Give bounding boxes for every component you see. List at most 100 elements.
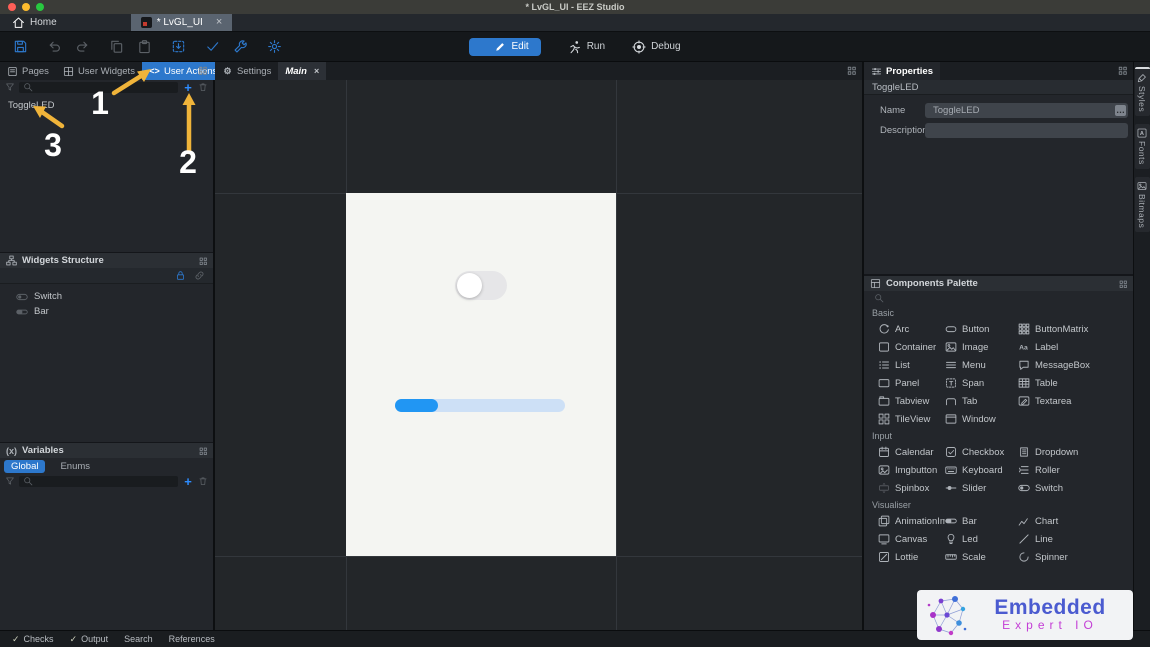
tab-main[interactable]: Main × xyxy=(278,62,326,80)
name-label: Name xyxy=(880,105,925,116)
palette-item-textarea[interactable]: Textarea xyxy=(1018,392,1133,410)
palette-item-roller[interactable]: Roller xyxy=(1018,461,1133,479)
status-tab-references[interactable]: References xyxy=(163,634,221,644)
tab-user-widgets[interactable]: User Widgets xyxy=(56,62,142,80)
palette-item-imgbutton[interactable]: Imgbutton xyxy=(878,461,945,479)
dock-icon[interactable] xyxy=(198,446,209,457)
name-input[interactable] xyxy=(931,104,1115,117)
dock-icon[interactable] xyxy=(1117,65,1129,77)
dock-icon[interactable] xyxy=(198,256,209,267)
palette-item-spinner[interactable]: Spinner xyxy=(1018,548,1133,566)
palette-item-window[interactable]: Window xyxy=(945,410,1018,428)
paste-button[interactable] xyxy=(137,39,152,54)
redo-button[interactable] xyxy=(75,39,90,54)
dock-icon[interactable] xyxy=(846,65,858,77)
palette-item-arc[interactable]: Arc xyxy=(878,320,945,338)
close-tab-icon[interactable]: × xyxy=(314,67,319,76)
run-mode-button[interactable]: Run xyxy=(555,40,605,54)
palette-item-container[interactable]: Container xyxy=(878,338,945,356)
palette-item-list[interactable]: List xyxy=(878,356,945,374)
tab-global[interactable]: Global xyxy=(4,460,45,473)
save-button[interactable] xyxy=(13,39,28,54)
action-item-toggleled[interactable]: ToggleLED xyxy=(0,98,213,113)
settings-gear-button[interactable] xyxy=(267,39,282,54)
bar-fill xyxy=(395,399,438,412)
more-button[interactable]: … xyxy=(1115,105,1126,116)
palette-item-led[interactable]: Led xyxy=(945,530,1018,548)
palette-item-spinbox[interactable]: Spinbox xyxy=(878,479,945,497)
edit-mode-button[interactable]: Edit xyxy=(469,38,540,56)
vertical-tab-styles[interactable]: Styles xyxy=(1135,67,1150,116)
vertical-tab-bitmaps[interactable]: Bitmaps xyxy=(1135,177,1150,232)
palette-item-label[interactable]: AaLabel xyxy=(1018,338,1133,356)
tree-item-switch[interactable]: Switch xyxy=(0,289,213,304)
keyboard-icon xyxy=(945,464,957,476)
palette-section-label: Basic xyxy=(864,305,1133,320)
palette-item-tileview[interactable]: TileView xyxy=(878,410,945,428)
undo-button[interactable] xyxy=(47,39,62,54)
palette-item-buttonmatrix[interactable]: ButtonMatrix xyxy=(1018,320,1133,338)
palette-item-lottie[interactable]: Lottie xyxy=(878,548,945,566)
palette-item-slider[interactable]: Slider xyxy=(945,479,1018,497)
palette-item-switch[interactable]: Switch xyxy=(1018,479,1133,497)
palette-item-menu[interactable]: Menu xyxy=(945,356,1018,374)
palette-item-span[interactable]: TSpan xyxy=(945,374,1018,392)
copy-button[interactable] xyxy=(109,39,124,54)
design-canvas[interactable] xyxy=(215,80,862,630)
lock-icon[interactable] xyxy=(175,270,186,281)
span-icon: T xyxy=(945,377,957,389)
palette-item-chart[interactable]: Chart xyxy=(1018,512,1133,530)
bar-widget[interactable] xyxy=(395,399,565,412)
status-tab-checks[interactable]: ✓Checks xyxy=(6,634,60,645)
palette-item-keyboard[interactable]: Keyboard xyxy=(945,461,1018,479)
tab-enums[interactable]: Enums xyxy=(53,460,97,473)
add-variable-button[interactable]: + xyxy=(182,475,194,488)
palette-item-line[interactable]: Line xyxy=(1018,530,1133,548)
status-tab-output[interactable]: ✓Output xyxy=(64,634,115,645)
palette-item-dropdown[interactable]: Dropdown xyxy=(1018,443,1133,461)
palette-item-canvas[interactable]: Canvas xyxy=(878,530,945,548)
import-frame-button[interactable] xyxy=(171,39,186,54)
palette-item-scale[interactable]: Scale xyxy=(945,548,1018,566)
tab-user-actions[interactable]: <> User Actions xyxy=(142,62,224,80)
palette-item-tab[interactable]: Tab xyxy=(945,392,1018,410)
label-icon: Aa xyxy=(1018,341,1030,353)
variables-search-input[interactable] xyxy=(37,476,174,486)
dock-icon[interactable] xyxy=(1118,279,1129,290)
tab-properties[interactable]: Properties xyxy=(864,62,940,80)
tab-settings[interactable]: ⚙ Settings xyxy=(215,62,278,80)
palette-item-tabview[interactable]: Tabview xyxy=(878,392,945,410)
link-icon[interactable] xyxy=(194,270,205,281)
delete-variable-icon[interactable] xyxy=(198,476,208,486)
palette-item-bar[interactable]: Bar xyxy=(945,512,1018,530)
vertical-tab-fonts[interactable]: AFonts xyxy=(1135,124,1150,169)
debug-mode-button[interactable]: Debug xyxy=(619,40,680,54)
actions-search-input[interactable] xyxy=(37,82,174,92)
palette-item-table[interactable]: Table xyxy=(1018,374,1133,392)
palette-item-image[interactable]: Image xyxy=(945,338,1018,356)
palette-item-panel[interactable]: Panel xyxy=(878,374,945,392)
switch-widget[interactable] xyxy=(455,271,507,300)
close-tab-icon[interactable]: × xyxy=(216,17,222,28)
status-tab-search[interactable]: Search xyxy=(118,634,159,644)
delete-action-icon[interactable] xyxy=(198,82,208,92)
calendar-icon xyxy=(878,446,890,458)
lvgl-page[interactable] xyxy=(346,193,616,556)
palette-item-button[interactable]: Button xyxy=(945,320,1018,338)
palette-item-animationim[interactable]: AnimationIm... xyxy=(878,512,945,530)
palette-item-messagebox[interactable]: MessageBox xyxy=(1018,356,1133,374)
description-input[interactable] xyxy=(931,124,1126,137)
palette-item-calendar[interactable]: Calendar xyxy=(878,443,945,461)
palette-item-checkbox[interactable]: Checkbox xyxy=(945,443,1018,461)
check-button[interactable] xyxy=(205,39,220,54)
project-tab[interactable]: * LvGL_UI × xyxy=(131,14,233,31)
palette-search-input[interactable] xyxy=(888,293,1123,303)
filter-icon[interactable] xyxy=(5,476,15,486)
dock-icon[interactable] xyxy=(197,65,209,77)
home-tab[interactable]: Home xyxy=(0,14,69,31)
build-wrench-button[interactable] xyxy=(233,39,248,54)
filter-icon[interactable] xyxy=(5,82,15,92)
add-action-button[interactable]: + xyxy=(182,81,194,94)
tree-item-bar[interactable]: Bar xyxy=(0,304,213,319)
tab-pages[interactable]: Pages xyxy=(0,62,56,80)
